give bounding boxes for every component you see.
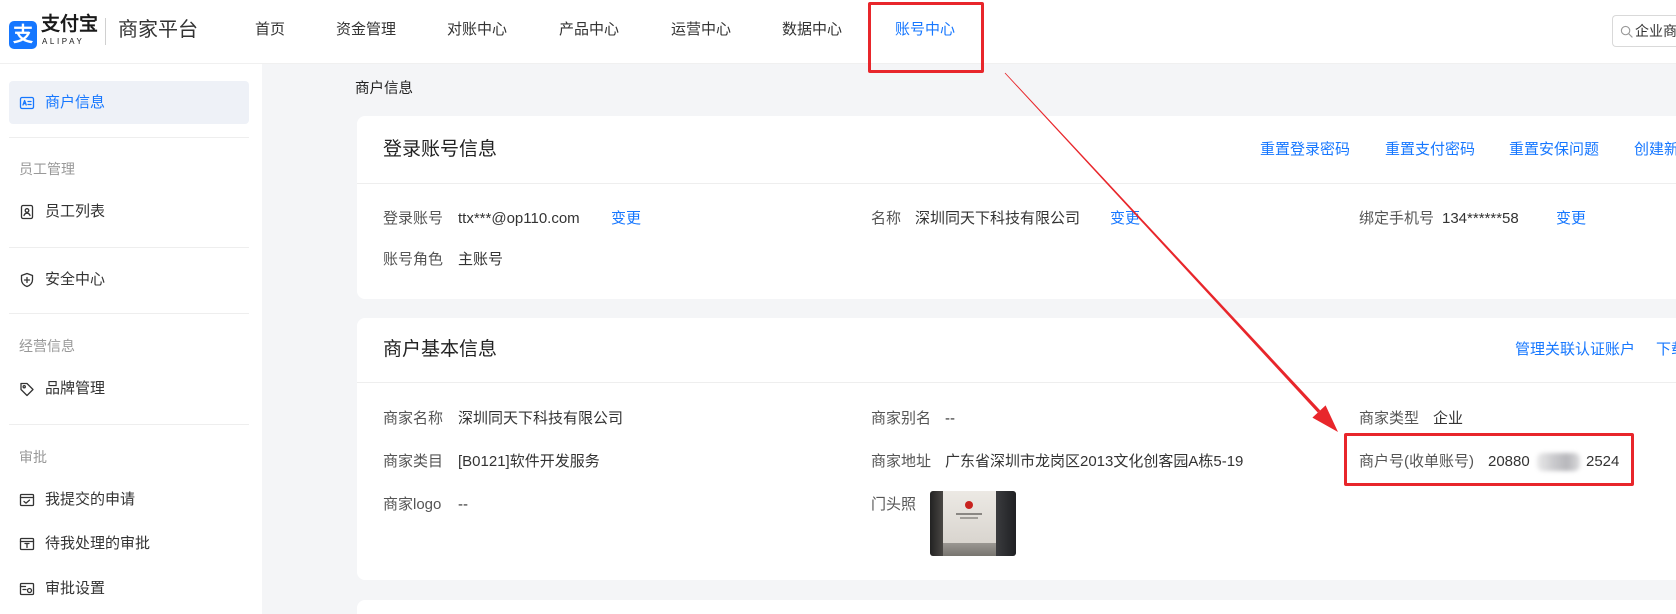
shield-icon — [20, 272, 34, 288]
search-input[interactable] — [1635, 21, 1676, 41]
storefront-photo-label: 门头照 — [871, 496, 917, 513]
sidebar-item-label: 员工列表 — [45, 203, 106, 220]
merchant-type-value: 企业 — [1433, 410, 1464, 427]
name-label: 名称 — [871, 210, 902, 227]
highlight-box-account-center — [868, 2, 984, 73]
login-account-card: 登录账号信息 重置登录密码 重置支付密码 重置安保问题 创建新 登录账号 ttx… — [357, 116, 1676, 299]
sidebar: 商户信息 员工管理 员工列表 安全中心 经营信息 品牌管理 审批 我提交的申请 … — [0, 64, 262, 614]
merchant-category-label: 商家类目 — [383, 453, 444, 470]
app-root: 支 支付宝 ALIPAY 商家平台 首页 资金管理 对账中心 产品中心 运营中心… — [0, 0, 1676, 614]
card-divider — [357, 183, 1676, 184]
sidebar-divider — [9, 424, 249, 425]
logo-divider — [105, 18, 106, 45]
reset-security-question-link[interactable]: 重置安保问题 — [1509, 140, 1599, 160]
reset-payment-password-link[interactable]: 重置支付密码 — [1385, 140, 1475, 160]
main-content: 商户信息 登录账号信息 重置登录密码 重置支付密码 重置安保问题 创建新 登录账… — [262, 64, 1676, 614]
merchant-logo-label: 商家logo — [383, 496, 442, 513]
approval-settings-icon — [19, 582, 35, 596]
nav-products[interactable]: 产品中心 — [559, 20, 619, 40]
sidebar-item-label: 商户信息 — [45, 94, 106, 111]
sidebar-item-label: 我提交的申请 — [45, 491, 136, 508]
merchant-category-value: [B0121]软件开发服务 — [458, 453, 600, 470]
sidebar-divider — [9, 137, 249, 138]
highlight-box-merchant-number — [1344, 433, 1634, 486]
pending-approval-icon — [19, 537, 35, 551]
sidebar-item-label: 安全中心 — [45, 271, 106, 288]
card-title: 商户基本信息 — [383, 339, 498, 360]
page-title: 商户信息 — [355, 81, 413, 97]
next-info-card — [357, 600, 1676, 614]
sidebar-item-my-requests[interactable]: 我提交的申请 — [9, 480, 249, 520]
sidebar-item-brand-management[interactable]: 品牌管理 — [9, 369, 249, 409]
sidebar-item-label: 审批设置 — [45, 580, 106, 597]
account-role-value: 主账号 — [458, 251, 504, 268]
merchant-name-label: 商家名称 — [383, 410, 444, 427]
nav-reconciliation[interactable]: 对账中心 — [447, 20, 507, 40]
alipay-logo-subtext: ALIPAY — [42, 37, 85, 46]
reset-login-password-link[interactable]: 重置登录密码 — [1260, 140, 1350, 160]
merchant-name-value: 深圳同天下科技有限公司 — [458, 410, 624, 427]
nav-operations[interactable]: 运营中心 — [671, 20, 731, 40]
sidebar-item-merchant-info[interactable]: 商户信息 — [9, 81, 249, 124]
bound-phone-label: 绑定手机号 — [1359, 210, 1435, 227]
merchant-alias-label: 商家别名 — [871, 410, 932, 427]
nav-data[interactable]: 数据中心 — [782, 20, 842, 40]
sidebar-item-pending-approvals[interactable]: 待我处理的审批 — [9, 524, 249, 564]
login-account-label: 登录账号 — [383, 210, 444, 227]
sidebar-item-staff-list[interactable]: 员工列表 — [9, 192, 249, 232]
nav-home[interactable]: 首页 — [255, 20, 285, 40]
sidebar-section-business: 经营信息 — [19, 338, 75, 354]
download-link[interactable]: 下载 — [1656, 340, 1676, 360]
merchant-alias-value: -- — [945, 410, 955, 427]
bound-phone-value: 134******58 — [1442, 210, 1519, 227]
merchant-address-value: 广东省深圳市龙岗区2013文化创客园A栋5-19 — [945, 453, 1244, 470]
alipay-logo-icon[interactable]: 支 — [9, 21, 37, 49]
tag-icon — [20, 382, 34, 397]
sidebar-section-staff: 员工管理 — [19, 161, 75, 177]
card-divider — [357, 382, 1676, 383]
name-value: 深圳同天下科技有限公司 — [915, 210, 1081, 227]
top-nav-bar: 支 支付宝 ALIPAY 商家平台 首页 资金管理 对账中心 产品中心 运营中心… — [0, 0, 1676, 64]
sidebar-divider — [9, 313, 249, 314]
manage-linked-accounts-link[interactable]: 管理关联认证账户 — [1515, 340, 1635, 360]
sidebar-item-security-center[interactable]: 安全中心 — [9, 260, 249, 300]
login-account-value: ttx***@op110.com — [458, 210, 580, 227]
sidebar-item-label: 品牌管理 — [45, 380, 106, 397]
merchant-address-label: 商家地址 — [871, 453, 932, 470]
create-new-link[interactable]: 创建新 — [1634, 140, 1676, 160]
merchant-logo-value: -- — [458, 496, 468, 513]
change-phone-link[interactable]: 变更 — [1556, 209, 1586, 229]
submitted-request-icon — [19, 493, 35, 507]
card-title: 登录账号信息 — [383, 139, 498, 160]
merchant-type-label: 商家类型 — [1359, 410, 1420, 427]
storefront-photo[interactable] — [930, 491, 1016, 556]
account-role-label: 账号角色 — [383, 251, 444, 268]
staff-list-icon — [20, 204, 34, 220]
sidebar-item-label: 待我处理的审批 — [45, 535, 151, 552]
search-icon — [1620, 25, 1633, 38]
search-box[interactable] — [1612, 15, 1676, 47]
sidebar-item-approval-settings[interactable]: 审批设置 — [9, 569, 249, 609]
sidebar-divider — [9, 247, 249, 248]
id-card-icon — [19, 96, 35, 110]
nav-funds[interactable]: 资金管理 — [336, 20, 396, 40]
platform-name: 商家平台 — [118, 19, 198, 41]
alipay-logo-text[interactable]: 支付宝 — [41, 14, 98, 36]
sidebar-section-approval: 审批 — [19, 449, 47, 465]
change-name-link[interactable]: 变更 — [1110, 209, 1140, 229]
change-login-account-link[interactable]: 变更 — [611, 209, 641, 229]
